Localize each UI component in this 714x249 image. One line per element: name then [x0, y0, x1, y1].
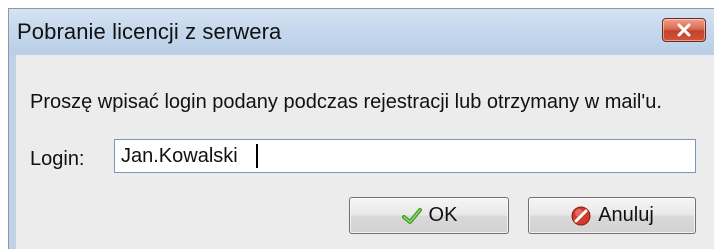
cancel-button[interactable]: Anuluj [528, 197, 696, 234]
login-input[interactable] [114, 139, 696, 173]
title-bar[interactable]: Pobranie licencji z serwera [9, 9, 714, 55]
window-title: Pobranie licencji z serwera [17, 19, 282, 44]
checkmark-icon [401, 207, 422, 224]
close-button[interactable] [662, 18, 706, 42]
instruction-text: Proszę wpisać login podany podczas rejes… [30, 91, 662, 113]
cancel-button-label: Anuluj [598, 204, 654, 226]
login-label: Login: [30, 148, 85, 170]
close-icon [677, 23, 691, 37]
dialog-body: Proszę wpisać login podany podczas rejes… [15, 55, 714, 249]
dialog-window: Pobranie licencji z serwera Proszę wpisa… [8, 8, 714, 249]
cancel-icon [571, 206, 591, 225]
ok-button-label: OK [428, 204, 458, 226]
text-caret [256, 144, 258, 168]
ok-button[interactable]: OK [349, 197, 509, 234]
